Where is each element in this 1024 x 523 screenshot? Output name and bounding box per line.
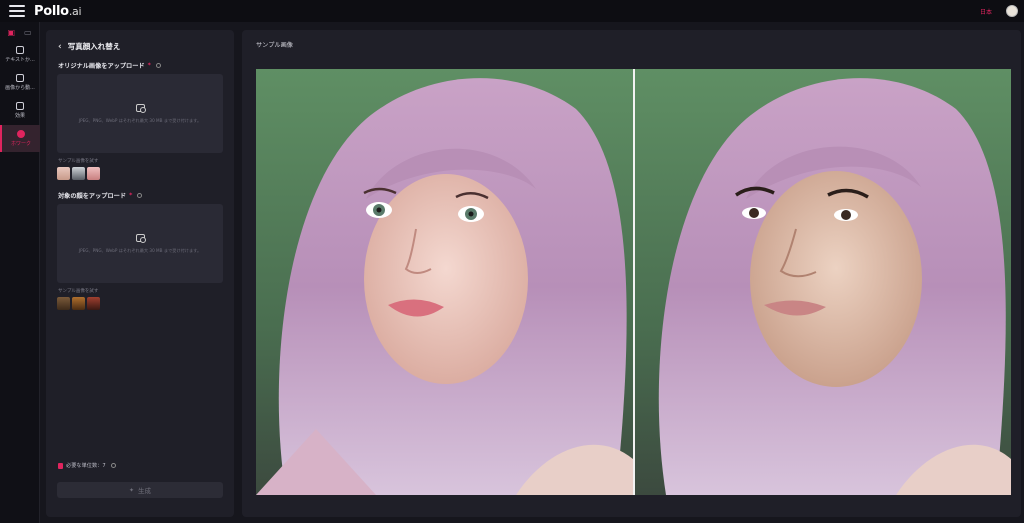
- menu-icon[interactable]: [9, 5, 25, 17]
- panel-title: ‹ 写真顔入れ替え: [58, 41, 120, 52]
- target-upload-title: 対象の顔をアップロード *: [58, 191, 143, 200]
- face-swap-icon: [17, 130, 25, 138]
- rail-item-label: 効果: [14, 113, 25, 119]
- credits-info: 必要な単位数：7: [58, 462, 116, 469]
- sample-thumb[interactable]: [57, 297, 70, 310]
- rail-item-image-to-video[interactable]: 画像から動...: [0, 69, 40, 96]
- upload-icon: [135, 233, 146, 243]
- credit-icon: [58, 462, 63, 469]
- before-after-compare[interactable]: [256, 69, 1011, 495]
- original-sample-thumbs: [57, 167, 100, 180]
- upload-icon: [135, 103, 146, 113]
- rail-item-text-to-video[interactable]: テキストか...: [0, 41, 40, 68]
- target-upload-title-text: 対象の顔をアップロード: [58, 193, 127, 200]
- result-image: [635, 69, 1011, 495]
- original-image: [256, 69, 633, 495]
- top-bar: Pollo.ai 日本: [0, 0, 1024, 22]
- target-upload-dropzone[interactable]: JPEG、PNG、WebP はそれぞれ最大 30 MB まで受け付けます。: [57, 204, 223, 283]
- image-video-icon: [16, 74, 24, 82]
- panel-title-text: 写真顔入れ替え: [67, 42, 121, 51]
- logo[interactable]: Pollo.ai: [34, 3, 82, 19]
- rail-item-effects[interactable]: 効果: [0, 97, 40, 124]
- sample-thumb[interactable]: [57, 167, 70, 180]
- original-upload-title-text: オリジナル画像をアップロード: [58, 63, 145, 70]
- language-selector[interactable]: 日本: [980, 7, 992, 16]
- generate-button-label: 生成: [138, 487, 152, 495]
- avatar[interactable]: [1006, 5, 1018, 17]
- back-icon[interactable]: ‹: [58, 42, 62, 52]
- sample-thumb[interactable]: [87, 297, 100, 310]
- original-samples-label: サンプル画像を試す: [58, 159, 99, 164]
- original-upload-dropzone[interactable]: JPEG、PNG、WebP はそれぞれ最大 30 MB まで受け付けます。: [57, 74, 223, 153]
- info-icon[interactable]: [137, 193, 143, 198]
- left-rail: ▣ ▭ テキストか... 画像から動... 効果 ホワーク: [0, 22, 40, 523]
- original-upload-title: オリジナル画像をアップロード *: [58, 61, 161, 70]
- preview-label: サンプル画像: [256, 42, 293, 49]
- compare-slider-handle[interactable]: [633, 69, 635, 495]
- text-video-icon: [16, 46, 24, 54]
- preview-panel: サンプル画像: [242, 30, 1021, 517]
- video-mode-icon[interactable]: ▭: [22, 27, 34, 37]
- generate-button[interactable]: ✦ 生成: [57, 482, 223, 498]
- rail-item-label: 画像から動...: [5, 85, 35, 91]
- sample-thumb[interactable]: [87, 167, 100, 180]
- required-mark: *: [129, 192, 133, 199]
- rail-item-label: ホワーク: [10, 141, 31, 147]
- credits-text: 必要な単位数：7: [66, 463, 106, 469]
- logo-suffix: .ai: [68, 4, 82, 18]
- upload-hint: JPEG、PNG、WebP はそれぞれ最大 30 MB まで受け付けます。: [78, 247, 202, 253]
- settings-panel: ‹ 写真顔入れ替え オリジナル画像をアップロード * JPEG、PNG、WebP …: [46, 30, 234, 517]
- target-samples-label: サンプル画像を試す: [58, 289, 99, 294]
- rail-item-face-swap[interactable]: ホワーク: [0, 125, 40, 152]
- info-icon[interactable]: [110, 463, 116, 468]
- sample-thumb[interactable]: [72, 297, 85, 310]
- rail-mode-toggle: ▣ ▭: [0, 22, 39, 40]
- info-icon[interactable]: [155, 63, 161, 68]
- logo-main: Pollo: [34, 3, 69, 19]
- sample-thumb[interactable]: [72, 167, 85, 180]
- upload-hint: JPEG、PNG、WebP はそれぞれ最大 30 MB まで受け付けます。: [78, 117, 202, 123]
- sparkle-icon: ✦: [128, 486, 135, 494]
- required-mark: *: [147, 62, 151, 69]
- effects-icon: [16, 102, 24, 110]
- target-sample-thumbs: [57, 297, 100, 310]
- top-right-controls: 日本: [980, 0, 1018, 22]
- image-mode-icon[interactable]: ▣: [5, 27, 17, 37]
- rail-item-label: テキストか...: [5, 57, 35, 63]
